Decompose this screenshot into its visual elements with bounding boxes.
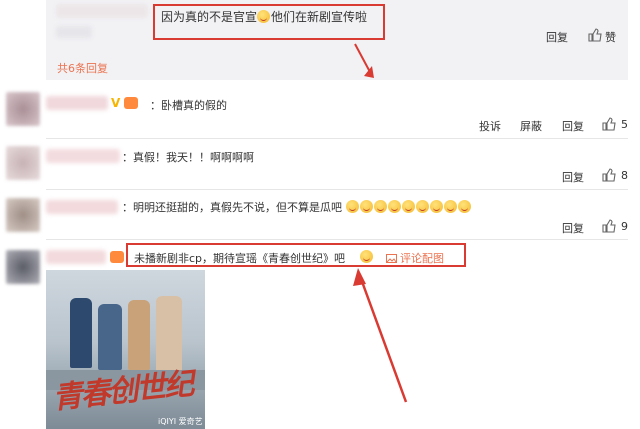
kiss-emoji-icon: [387, 200, 401, 213]
kiss-emoji-icon: [401, 200, 415, 213]
avatar[interactable]: [6, 198, 40, 232]
divider: [46, 138, 628, 139]
fan-badge-icon: [124, 97, 138, 109]
comment-text: ：真假！我天！！啊啊啊啊: [122, 151, 254, 164]
comment-image-poster[interactable]: 青春创世纪 iQIYI 爱奇艺: [46, 270, 205, 429]
kiss-emoji-icon: [373, 200, 387, 213]
like-count: 8: [621, 169, 628, 182]
comment-username[interactable]: [46, 96, 108, 110]
like-count: 5: [621, 118, 628, 131]
like-count: 9: [621, 220, 628, 233]
arrow-icon: [353, 268, 408, 403]
comment-username[interactable]: [46, 200, 118, 214]
poster-figure: [98, 304, 122, 370]
thumb-up-icon[interactable]: [602, 117, 616, 131]
laugh-emoji-icon: [257, 10, 271, 23]
report-button[interactable]: 投诉: [479, 118, 501, 134]
kiss-emoji-icon: [359, 200, 373, 213]
reply-button[interactable]: 回复: [546, 29, 568, 45]
divider: [46, 189, 628, 190]
block-button[interactable]: 屏蔽: [520, 118, 542, 134]
reply-button[interactable]: 回复: [562, 220, 584, 236]
comment-text: ：明明还挺甜的，真假先不说，但不算是瓜吧: [122, 199, 472, 215]
thumb-up-icon[interactable]: [602, 168, 616, 182]
more-replies-link[interactable]: 共6条回复: [57, 60, 108, 76]
divider: [46, 239, 628, 240]
reply-username[interactable]: [56, 4, 148, 18]
thumb-up-icon[interactable]: [602, 219, 616, 233]
reply-button[interactable]: 回复: [562, 169, 584, 185]
comment-username[interactable]: [46, 149, 120, 163]
reply-text: 因为真的不是官宣 他们在新剧宣传啦: [161, 10, 368, 24]
comment-username[interactable]: [46, 250, 106, 264]
reply-button[interactable]: 回复: [562, 118, 584, 134]
kiss-emoji-icon: [429, 200, 443, 213]
image-icon: [386, 254, 397, 263]
comment-image-tag[interactable]: 评论配图: [386, 250, 444, 266]
poster-figure: [70, 298, 92, 368]
thumb-up-icon[interactable]: [588, 28, 602, 42]
kiss-emoji-icon: [457, 200, 471, 213]
avatar[interactable]: [6, 146, 40, 180]
kiss-emoji-icon: [415, 200, 429, 213]
verified-v-icon: V: [111, 96, 121, 110]
doll-emoji-icon: [360, 250, 373, 263]
avatar[interactable]: [6, 92, 40, 126]
fan-badge-icon: [110, 251, 124, 263]
comment-text: ：卧槽真的假的: [150, 99, 227, 112]
reply-username-extra: [56, 26, 92, 38]
kiss-emoji-icon: [443, 200, 457, 213]
poster-figure: [128, 300, 150, 370]
like-label[interactable]: 赞: [605, 29, 616, 45]
kiss-emoji-icon: [345, 200, 359, 213]
avatar[interactable]: [6, 250, 40, 284]
comment-text: 未播新剧非cp，期待宣瑶《青春创世纪》吧: [134, 252, 346, 265]
poster-logo: iQIYI 爱奇艺: [158, 417, 203, 426]
